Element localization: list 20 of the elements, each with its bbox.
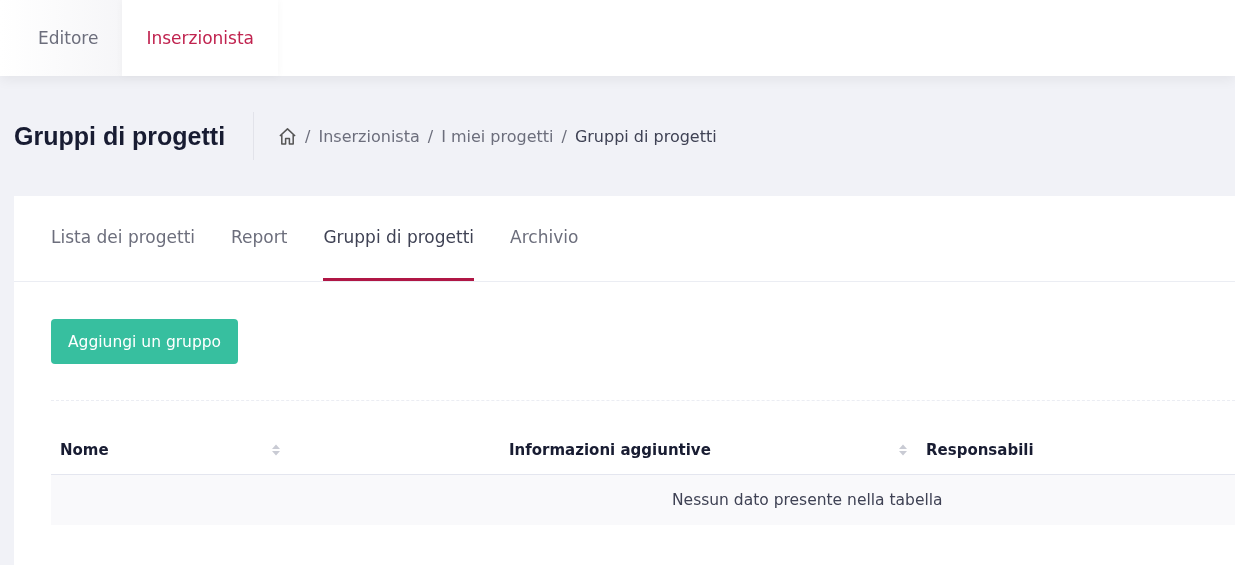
breadcrumb-separator: / — [305, 126, 311, 146]
column-header[interactable]: Informazioni aggiuntive — [509, 440, 711, 459]
breadcrumb-separator: / — [561, 126, 567, 146]
sort-icon[interactable] — [271, 442, 281, 457]
role-tab[interactable]: Inserzionista — [122, 0, 278, 76]
home-icon[interactable] — [278, 126, 298, 146]
tab[interactable]: Report — [231, 196, 288, 281]
tab[interactable]: Gruppi di progetti — [323, 196, 475, 281]
page-title: Gruppi di progetti — [14, 121, 226, 151]
tab[interactable]: Lista dei progetti — [51, 196, 196, 281]
empty-table-message: Nessun dato presente nella tabella — [51, 475, 1235, 525]
column-header[interactable]: Responsabili — [926, 440, 1034, 459]
tab[interactable]: Archivio — [510, 196, 579, 281]
breadcrumb-separator: / — [427, 126, 434, 146]
role-tab[interactable]: Editore — [0, 0, 123, 76]
sort-icon[interactable] — [898, 442, 908, 457]
breadcrumb-link[interactable]: I miei progetti — [441, 126, 554, 146]
breadcrumb-link[interactable]: Inserzionista — [318, 126, 420, 146]
column-header[interactable]: Nome — [60, 440, 109, 459]
breadcrumb-current: Gruppi di progetti — [574, 126, 717, 146]
